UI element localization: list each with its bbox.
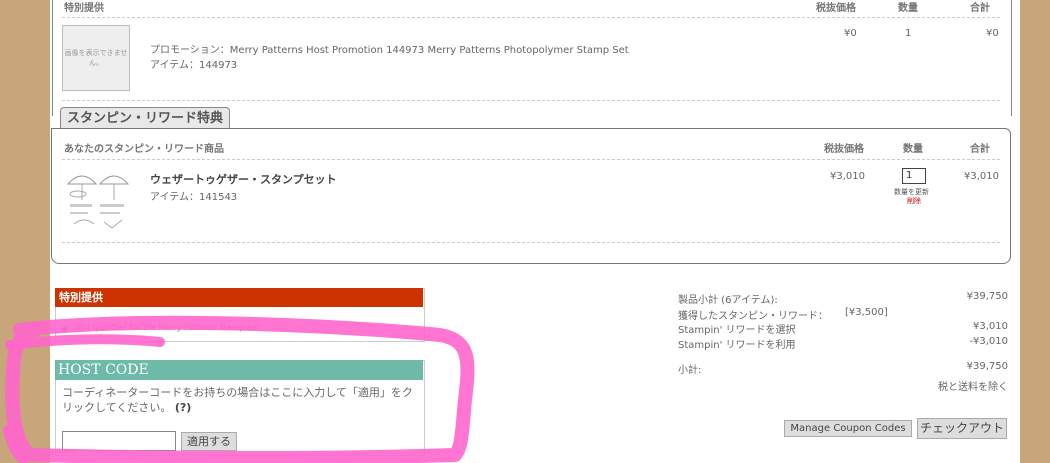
promo-item-qty: 1 (905, 28, 912, 39)
col-price-header: 税抜価格 (824, 144, 864, 155)
col-price-header: 税抜価格 (816, 3, 856, 14)
earned-rewards-label: 獲得したスタンピン・リワード： (678, 311, 828, 322)
promo-message: You qualified for the Merry Patterns sta… (76, 323, 263, 332)
no-image-placeholder: 画像を表示できません。 (62, 25, 130, 91)
selected-rewards-value: ¥3,010 (973, 321, 1008, 332)
promo-item-number: アイテム：144973 (150, 60, 238, 71)
promo-item-total: ¥0 (986, 28, 999, 39)
promo-panel-title: 特別提供 (55, 288, 423, 307)
reward-item-name[interactable]: ウェザートゥゲザー・スタンプセット (150, 171, 337, 187)
subtotal-label: 製品小計 (6アイテム): (678, 295, 778, 306)
reward-item-price: ¥3,010 (830, 171, 865, 182)
col-qty-header: 数量 (903, 144, 923, 155)
bullet: ▪ (62, 324, 68, 333)
used-rewards-value: -¥3,010 (969, 336, 1008, 347)
manage-coupon-button[interactable]: Manage Coupon Codes (784, 420, 912, 437)
apply-button[interactable]: 適用する (181, 432, 237, 451)
subtotal-final-value: ¥39,750 (966, 361, 1008, 372)
tax-note: 税と送料を除く (938, 382, 1008, 393)
rewards-tab[interactable]: スタンピン・リワード特典 (60, 107, 231, 128)
reward-item-total: ¥3,010 (964, 171, 999, 182)
help-link[interactable]: (?) (175, 401, 191, 414)
host-code-input[interactable] (62, 431, 176, 451)
host-code-instruction-text: コーディネーターコードをお持ちの場合はここに入力して「適用」をクリックしてくださ… (62, 386, 413, 414)
col-qty-header: 数量 (898, 3, 918, 14)
special-offer-title: 特別提供 (64, 3, 104, 14)
divider (62, 159, 1000, 160)
promo-item-price: ¥0 (844, 28, 857, 39)
subtotal-value: ¥39,750 (966, 291, 1008, 302)
promo-item-description: プロモーション：Merry Patterns Host Promotion 14… (150, 45, 629, 56)
used-rewards-label: Stampin' リワードを利用 (678, 340, 796, 351)
selected-rewards-label: Stampin' リワードを選択 (678, 325, 796, 336)
delete-link[interactable]: 削除 (907, 196, 921, 206)
col-total-header: 合計 (970, 3, 990, 14)
quantity-input[interactable]: 1 (902, 168, 926, 184)
divider (62, 100, 1000, 101)
reward-item-number: アイテム：141543 (150, 192, 238, 203)
earned-rewards-value: [¥3,500] (845, 307, 888, 318)
host-code-title: HOST CODE (55, 360, 423, 380)
divider (62, 242, 1000, 243)
col-total-header: 合計 (970, 144, 990, 155)
host-code-instruction: コーディネーターコードをお持ちの場合はここに入力して「適用」をクリックしてくださ… (62, 385, 418, 415)
checkout-button[interactable]: チェックアウト (917, 418, 1007, 439)
stamp-set-image (66, 175, 130, 229)
divider (62, 17, 1000, 18)
subtotal-final-label: 小計: (678, 365, 702, 376)
rewards-title: あなたのスタンピン・リワード商品 (64, 144, 224, 155)
